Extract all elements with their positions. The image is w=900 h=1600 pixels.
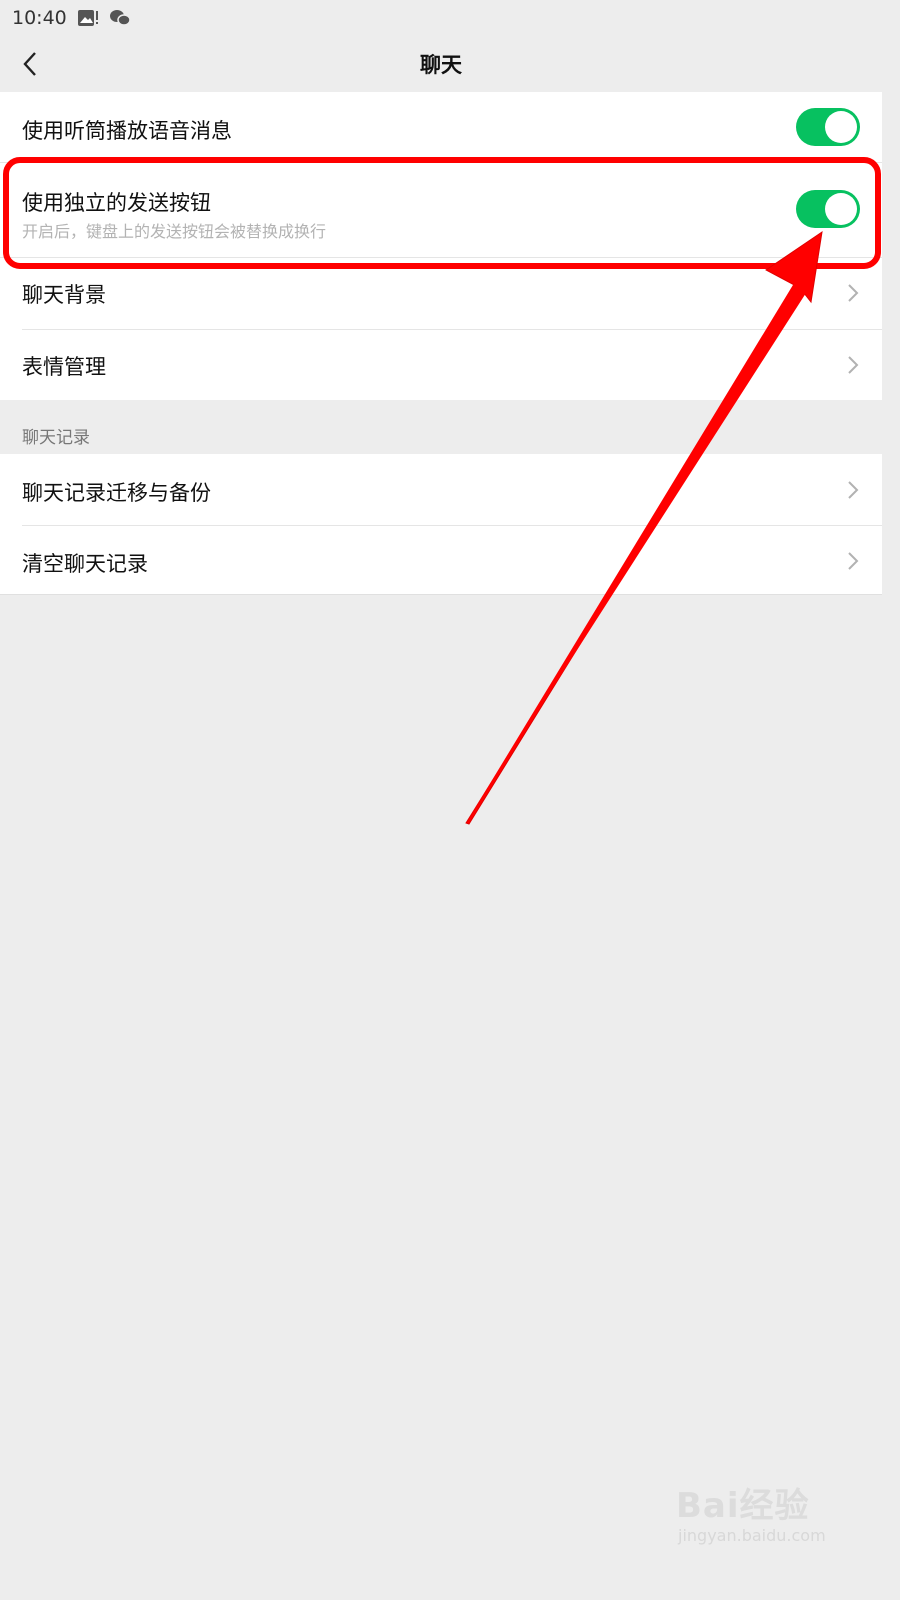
chat-history-group: 聊天记录迁移与备份 清空聊天记录 [0,454,882,595]
setting-label: 聊天记录迁移与备份 [22,481,211,505]
setting-label: 使用听筒播放语音消息 [22,119,232,143]
chevron-right-icon [848,284,859,302]
status-time: 10:40 [12,7,67,29]
back-button[interactable] [12,46,48,82]
setting-earpiece-voice[interactable]: 使用听筒播放语音消息 [0,92,882,163]
status-bar: 10:40 [0,0,882,36]
chevron-right-icon [848,481,859,499]
setting-label: 使用独立的发送按钮 [22,191,211,215]
watermark-url: jingyan.baidu.com [678,1526,826,1545]
setting-label: 清空聊天记录 [22,552,148,576]
setting-clear-history[interactable]: 清空聊天记录 [0,525,882,595]
wechat-notification-icon [109,10,131,26]
setting-label: 聊天背景 [22,283,106,307]
chevron-right-icon [848,552,859,570]
page-title: 聊天 [420,53,462,77]
watermark: Bai经验 jingyan.baidu.com [676,1466,846,1552]
setting-chat-background[interactable]: 聊天背景 [0,258,882,330]
chevron-left-icon [23,52,36,76]
image-notification-icon [77,10,98,26]
setting-label: 表情管理 [22,355,106,379]
earpiece-voice-toggle[interactable] [796,108,860,146]
setting-history-migration[interactable]: 聊天记录迁移与备份 [0,454,882,526]
toggle-knob [825,111,857,143]
section-title: 聊天记录 [22,428,90,448]
watermark-logo: Bai经验 [676,1486,810,1526]
setting-sticker-management[interactable]: 表情管理 [0,329,882,400]
nav-bar: 聊天 [0,36,882,92]
chevron-right-icon [848,356,859,374]
chat-settings-group: 使用听筒播放语音消息 使用独立的发送按钮 开启后，键盘上的发送按钮会被替换成换行… [0,92,882,400]
separate-send-toggle[interactable] [796,190,860,228]
setting-separate-send-button[interactable]: 使用独立的发送按钮 开启后，键盘上的发送按钮会被替换成换行 [0,163,882,258]
setting-description: 开启后，键盘上的发送按钮会被替换成换行 [22,222,327,241]
toggle-knob [825,193,857,225]
